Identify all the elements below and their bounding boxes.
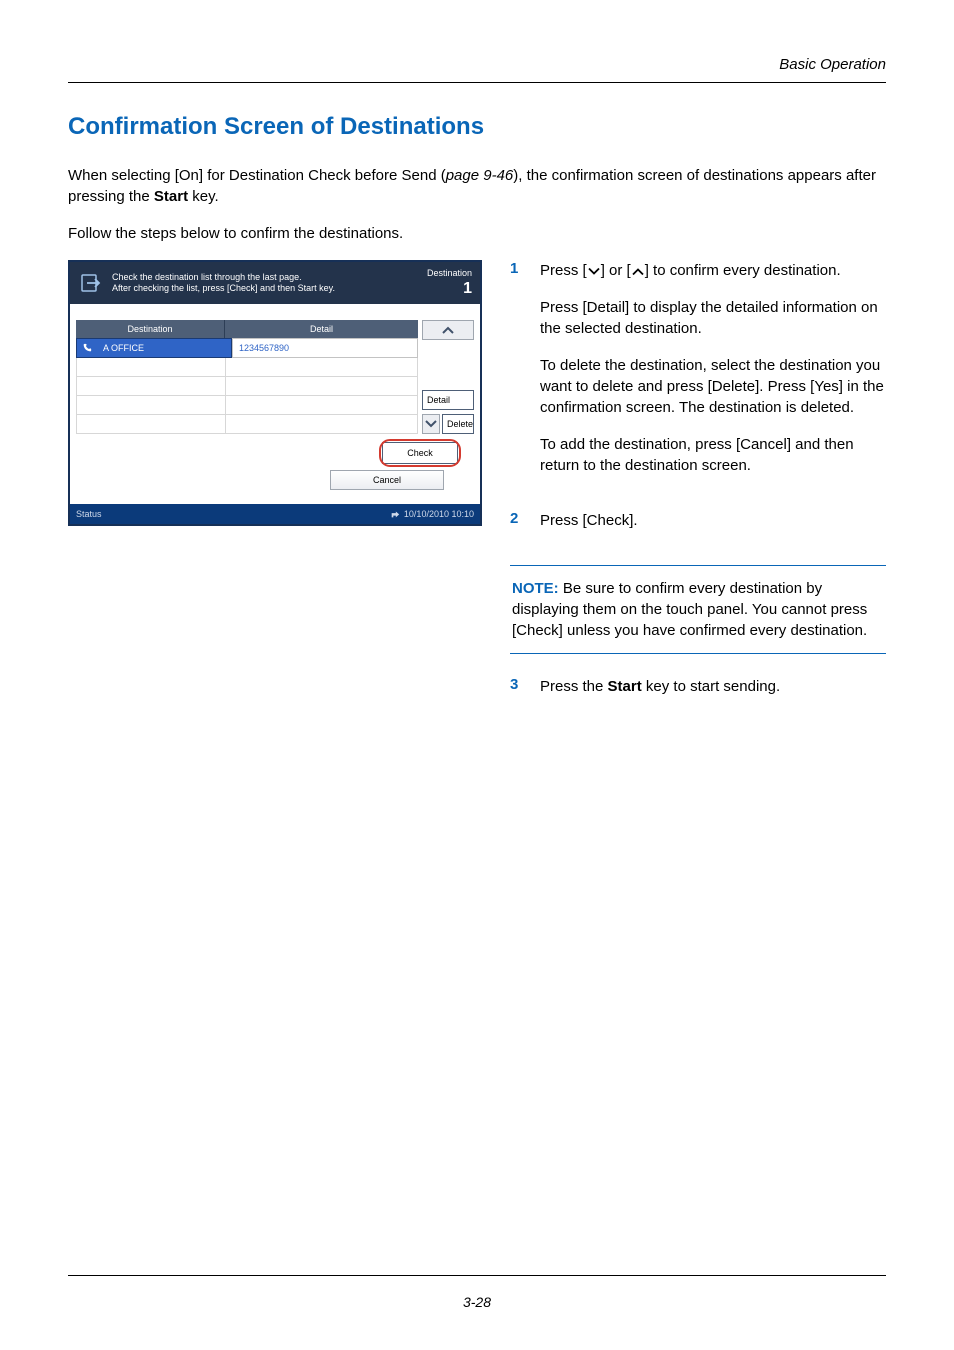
table-row[interactable]: A OFFICE 1234567890 xyxy=(76,338,418,358)
status-label[interactable]: Status xyxy=(76,509,102,519)
chevron-up-icon xyxy=(631,266,645,277)
step-number: 3 xyxy=(510,676,522,713)
check-button[interactable]: Check xyxy=(382,442,458,464)
chevron-down-icon xyxy=(587,266,601,277)
row-destination: A OFFICE xyxy=(97,338,232,358)
shortcut-icon xyxy=(390,509,400,519)
footer-rule xyxy=(68,1275,886,1276)
intro1-a: When selecting [On] for Destination Chec… xyxy=(68,167,446,184)
chevron-up-icon xyxy=(441,325,455,335)
chevron-down-icon xyxy=(424,419,438,429)
note-text: Be sure to confirm every destination by … xyxy=(512,580,867,639)
table-row-empty xyxy=(76,396,418,415)
step-1-p3: To delete the destination, select the de… xyxy=(540,355,886,418)
step-1-line-1: Press [ ] or [ ] to confirm every destinat… xyxy=(540,260,886,281)
intro1-pageref: page 9-46 xyxy=(446,167,514,184)
help-line-1: Check the destination list through the l… xyxy=(112,272,419,283)
s1-c: ] to confirm every destination. xyxy=(645,262,841,279)
s3-b: Start xyxy=(608,678,642,695)
running-head: Basic Operation xyxy=(68,56,886,73)
s3-c: key to start sending. xyxy=(642,678,780,695)
delete-button[interactable]: Delete xyxy=(442,414,474,434)
step-2-text: Press [Check]. xyxy=(540,510,638,531)
table-row-empty xyxy=(76,377,418,396)
col-destination: Destination xyxy=(76,320,225,338)
intro1-start: Start xyxy=(154,188,188,205)
col-detail: Detail xyxy=(225,320,418,338)
step-3: 3 Press the Start key to start sending. xyxy=(510,676,886,713)
step-1: 1 Press [ ] or [ ] to confirm every destin… xyxy=(510,260,886,492)
destination-counter-label: Destination xyxy=(427,268,472,279)
s1-b: ] or [ xyxy=(601,262,631,279)
step-number: 1 xyxy=(510,260,522,492)
intro-paragraph-1: When selecting [On] for Destination Chec… xyxy=(68,165,886,207)
intro-paragraph-2: Follow the steps below to confirm the de… xyxy=(68,223,886,244)
scroll-down-button[interactable] xyxy=(422,414,440,434)
intro1-e: key. xyxy=(188,188,219,205)
phone-icon xyxy=(76,338,97,358)
detail-button[interactable]: Detail xyxy=(422,390,474,410)
status-timestamp: 10/10/2010 10:10 xyxy=(404,509,474,519)
confirmation-screen: Check the destination list through the l… xyxy=(68,260,482,526)
step-1-p4: To add the destination, press [Cancel] a… xyxy=(540,434,886,476)
table-header: Destination Detail xyxy=(76,320,418,338)
table-row-empty xyxy=(76,358,418,377)
status-bar: Status 10/10/2010 10:10 xyxy=(70,504,480,524)
step-number: 2 xyxy=(510,510,522,547)
help-line-2: After checking the list, press [Check] a… xyxy=(112,283,419,294)
note-label: NOTE: xyxy=(512,580,559,597)
destination-counter: Destination 1 xyxy=(427,268,472,298)
step-3-text: Press the Start key to start sending. xyxy=(540,676,780,697)
s3-a: Press the xyxy=(540,678,608,695)
section-title: Confirmation Screen of Destinations xyxy=(68,113,886,141)
s1-a: Press [ xyxy=(540,262,587,279)
scroll-up-button[interactable] xyxy=(422,320,474,340)
note-box: NOTE: Be sure to confirm every destinati… xyxy=(510,565,886,654)
cancel-button[interactable]: Cancel xyxy=(330,470,444,490)
table-row-empty xyxy=(76,415,418,434)
step-2: 2 Press [Check]. xyxy=(510,510,886,547)
destination-counter-value: 1 xyxy=(427,279,472,298)
row-detail: 1234567890 xyxy=(232,338,418,358)
page-number: 3-28 xyxy=(0,1294,954,1310)
step-1-p2: Press [Detail] to display the detailed i… xyxy=(540,297,886,339)
send-icon xyxy=(78,270,104,296)
screen-titlebar: Check the destination list through the l… xyxy=(70,262,480,304)
header-rule xyxy=(68,82,886,83)
